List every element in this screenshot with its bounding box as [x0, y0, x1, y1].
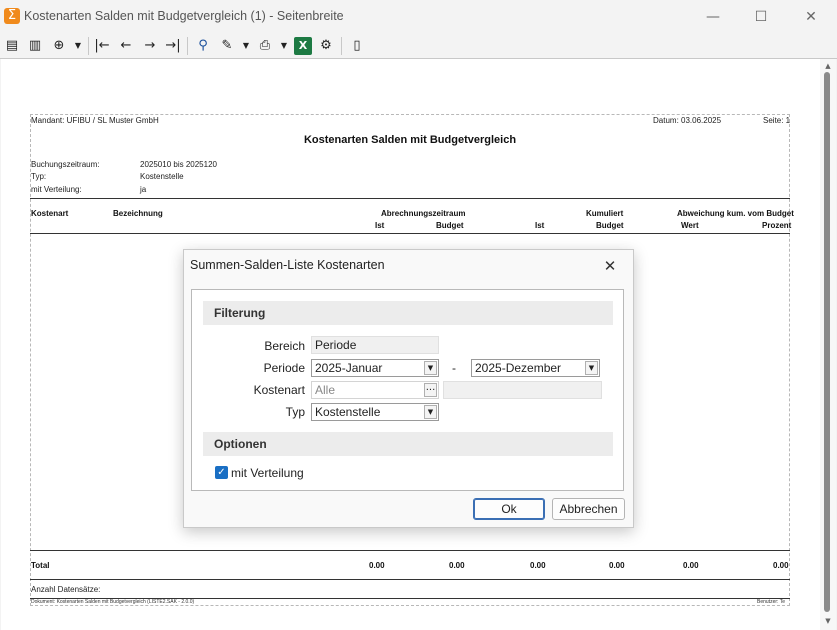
col-ist: Ist — [375, 221, 385, 230]
total-value: 0.00 — [773, 561, 789, 570]
toolbar-divider — [88, 37, 89, 55]
bereich-label: Bereich — [264, 339, 305, 353]
chevron-down-icon[interactable]: ▼ — [585, 361, 598, 375]
header-rule — [30, 233, 790, 234]
typ-value: Kostenstelle — [315, 405, 381, 419]
total-value: 0.00 — [530, 561, 546, 570]
zoom-dropdown-icon[interactable]: ▼ — [74, 37, 82, 55]
total-value: 0.00 — [369, 561, 385, 570]
col-budget: Budget — [436, 221, 464, 230]
toolbar-divider — [187, 37, 188, 55]
periode-from-select[interactable]: 2025-Januar ▼ — [311, 359, 439, 377]
report-seite: Seite: 1 — [763, 116, 791, 125]
cancel-button[interactable]: Abbrechen — [552, 498, 625, 520]
window-title: Kostenarten Salden mit Budgetvergleich (… — [24, 9, 344, 23]
kostenart-input[interactable]: Alle... — [311, 381, 439, 399]
param-label: mit Verteilung: — [31, 185, 82, 194]
sigma-icon: Σ — [4, 8, 20, 24]
verteilung-label[interactable]: mit Verteilung — [231, 466, 304, 480]
periode-separator: - — [452, 361, 456, 375]
total-rule — [30, 579, 790, 580]
report-datum: Datum: 03.06.2025 — [653, 116, 722, 125]
total-rule — [30, 550, 790, 551]
edit-icon[interactable]: ✎ — [218, 37, 236, 55]
toolbar-divider — [341, 37, 342, 55]
col-bezeichnung: Bezeichnung — [113, 209, 163, 218]
edit-dropdown-icon[interactable]: ▼ — [242, 37, 250, 55]
total-value: 0.00 — [609, 561, 625, 570]
col-kumuliert: Kumuliert — [586, 209, 624, 218]
next-page-icon[interactable]: → — [141, 37, 159, 55]
page-icon[interactable]: ▤ — [3, 37, 21, 55]
col-wert: Wert — [681, 221, 699, 230]
param-value: 2025010 bis 2025120 — [140, 160, 217, 169]
search-icon[interactable]: ⚲ — [194, 37, 212, 55]
col-prozent: Prozent — [762, 221, 792, 230]
filter-section-header: Filterung — [203, 301, 613, 325]
verteilung-checkbox[interactable]: ✓ — [215, 466, 228, 479]
kostenart-label: Kostenart — [253, 383, 305, 397]
scrollbar-thumb[interactable] — [824, 72, 830, 612]
col-abrechnungszeitraum: Abrechnungszeitraum — [381, 209, 466, 218]
total-label: Total — [31, 561, 50, 570]
maximize-button[interactable]: ☐ — [751, 8, 771, 26]
page-width-icon[interactable]: ▥ — [26, 37, 44, 55]
footer-user: Benutzer: Te — [757, 599, 785, 605]
print-icon[interactable]: ⎙ — [256, 37, 274, 55]
periode-label: Periode — [263, 361, 305, 375]
excel-icon[interactable]: X — [294, 37, 312, 55]
header-rule — [30, 198, 790, 199]
periode-from-value: 2025-Januar — [315, 361, 383, 375]
first-page-icon[interactable]: |← — [93, 37, 111, 55]
total-value: 0.00 — [683, 561, 699, 570]
param-value: Kostenstelle — [140, 172, 184, 181]
total-value: 0.00 — [449, 561, 465, 570]
settings-icon[interactable]: ⚙ — [317, 37, 335, 55]
periode-to-value: 2025-Dezember — [475, 361, 562, 375]
param-value: ja — [140, 185, 147, 194]
record-count-label: Anzahl Datensätze: — [31, 585, 101, 594]
col-kostenart: Kostenart — [31, 209, 69, 218]
col-abweichung: Abweichung kum. vom Budget — [677, 209, 794, 218]
typ-select[interactable]: Kostenstelle ▼ — [311, 403, 439, 421]
last-page-icon[interactable]: →| — [164, 37, 182, 55]
typ-label: Typ — [285, 405, 305, 419]
chevron-down-icon[interactable]: ▼ — [424, 405, 437, 419]
param-label: Buchungszeitraum: — [31, 160, 100, 169]
report-title: Kostenarten Salden mit Budgetvergleich — [303, 134, 517, 146]
kostenart-placeholder: Alle — [315, 383, 336, 397]
kostenart-description — [443, 381, 602, 399]
dialog-title: Summen-Salden-Liste Kostenarten — [190, 258, 385, 272]
close-button[interactable]: ✕ — [801, 8, 821, 26]
filter-dialog: Summen-Salden-Liste Kostenarten ✕ Filter… — [183, 249, 634, 528]
scroll-up-icon[interactable]: ▲ — [822, 61, 834, 71]
ok-button[interactable]: Ok — [473, 498, 545, 520]
scroll-down-icon[interactable]: ▼ — [822, 616, 834, 626]
footer-document: Dokument: Kostenarten Salden mit Budgetv… — [31, 599, 195, 605]
col-budget-kumuliert: Budget — [596, 221, 624, 230]
print-dropdown-icon[interactable]: ▼ — [280, 37, 288, 55]
exit-icon[interactable]: ▯ — [348, 37, 366, 55]
param-label: Typ: — [31, 172, 47, 181]
filter-section-title: Filterung — [214, 306, 266, 320]
report-mandant: Mandant: UFIBU / SL Muster GmbH — [31, 116, 159, 125]
browse-button[interactable]: ... — [424, 383, 437, 397]
options-section-title: Optionen — [214, 437, 267, 451]
dialog-panel: Filterung Bereich Periode Periode 2025-J… — [191, 289, 624, 491]
zoom-icon[interactable]: ⊕ — [50, 37, 68, 55]
col-ist-kumuliert: Ist — [535, 221, 545, 230]
bereich-field: Periode — [311, 336, 439, 354]
chevron-down-icon[interactable]: ▼ — [424, 361, 437, 375]
periode-to-select[interactable]: 2025-Dezember ▼ — [471, 359, 600, 377]
options-section-header: Optionen — [203, 432, 613, 456]
close-icon[interactable]: ✕ — [602, 258, 618, 274]
minimize-button[interactable]: — — [703, 8, 723, 26]
previous-page-icon[interactable]: ← — [117, 37, 135, 55]
